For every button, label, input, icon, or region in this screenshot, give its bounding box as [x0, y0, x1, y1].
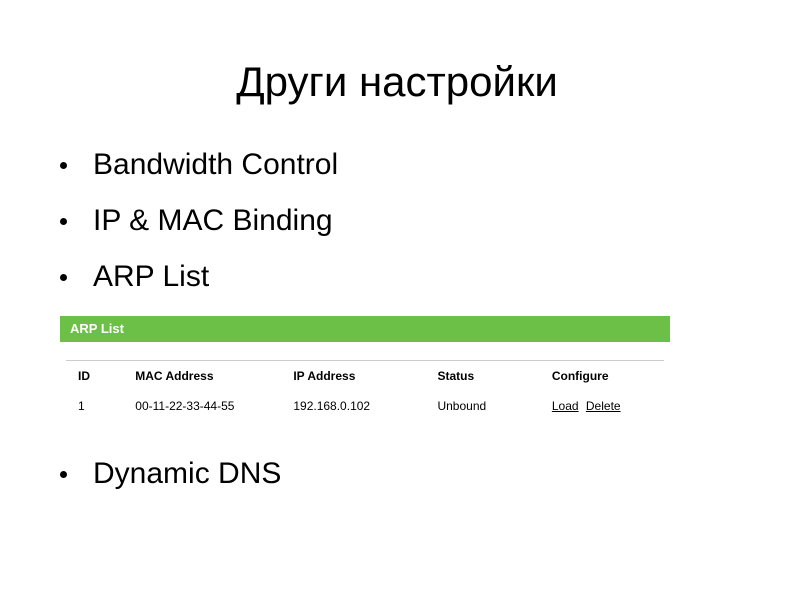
- arp-panel: ARP List ID MAC Address IP Address Statu…: [60, 316, 670, 423]
- cell-status: Unbound: [431, 391, 545, 423]
- cell-id: 1: [60, 391, 129, 423]
- col-ip: IP Address: [287, 361, 431, 391]
- bullet-label: Dynamic DNS: [93, 457, 281, 491]
- arp-table: ID MAC Address IP Address Status Configu…: [60, 361, 670, 423]
- bullet-ddns: Dynamic DNS: [60, 457, 700, 491]
- bullet-bandwidth: Bandwidth Control: [60, 148, 700, 182]
- col-id: ID: [60, 361, 129, 391]
- bullet-label: Bandwidth Control: [93, 148, 338, 182]
- col-status: Status: [431, 361, 545, 391]
- arp-panel-header: ARP List: [60, 316, 670, 342]
- slide-title: Други настройки: [0, 58, 794, 106]
- arp-table-header-row: ID MAC Address IP Address Status Configu…: [60, 361, 670, 391]
- slide: Други настройки Bandwidth Control IP & M…: [0, 0, 794, 595]
- bullet-label: IP & MAC Binding: [93, 204, 333, 238]
- bullet-icon: [60, 471, 67, 478]
- bullet-ipmac: IP & MAC Binding: [60, 204, 700, 238]
- arp-spacer: [60, 342, 670, 360]
- delete-link[interactable]: Delete: [586, 399, 621, 413]
- bullet-list: Bandwidth Control IP & MAC Binding ARP L…: [60, 148, 700, 513]
- load-link[interactable]: Load: [552, 399, 579, 413]
- cell-ip: 192.168.0.102: [287, 391, 431, 423]
- cell-configure: Load Delete: [546, 391, 670, 423]
- bullet-icon: [60, 162, 67, 169]
- cell-mac: 00-11-22-33-44-55: [129, 391, 287, 423]
- bullet-icon: [60, 218, 67, 225]
- bullet-arp: ARP List: [60, 260, 700, 294]
- col-configure: Configure: [546, 361, 670, 391]
- bullet-label: ARP List: [93, 260, 209, 294]
- col-mac: MAC Address: [129, 361, 287, 391]
- bullet-icon: [60, 274, 67, 281]
- table-row: 1 00-11-22-33-44-55 192.168.0.102 Unboun…: [60, 391, 670, 423]
